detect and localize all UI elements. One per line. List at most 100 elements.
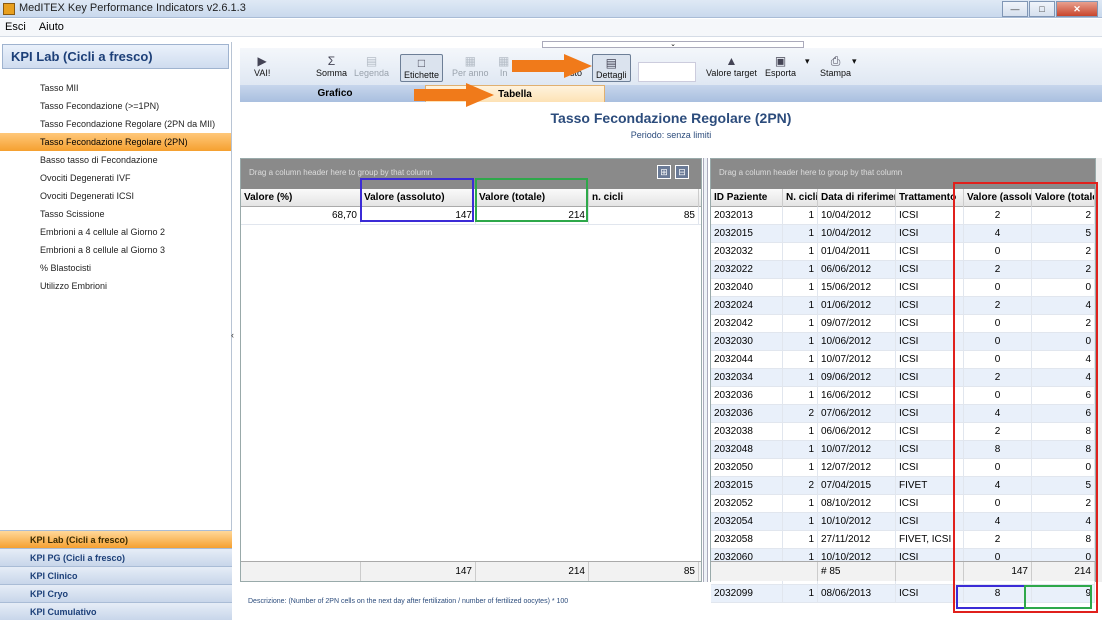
cell-n-cicli: 1: [783, 513, 818, 530]
report-title: Tasso Fecondazione Regolare (2PN): [550, 110, 792, 126]
tab-bar: Grafico Tabella: [240, 85, 1102, 102]
cell-id-paziente: 2032022: [711, 261, 783, 278]
cell-valore-percent: 68,70: [241, 207, 361, 224]
left-panel: KPI Lab (Cicli a fresco) Tasso MII Tasso …: [0, 42, 232, 620]
kpi-item[interactable]: Tasso Fecondazione Regolare (2PN): [0, 133, 231, 151]
esporta-label: Esporta: [765, 68, 797, 78]
per-anno-button[interactable]: ▦ Per anno: [452, 54, 489, 78]
cell-data: 01/04/2011: [818, 243, 896, 260]
kpi-item[interactable]: Embrioni a 4 cellule al Giorno 2: [0, 223, 231, 241]
minimize-icon[interactable]: —: [1002, 1, 1028, 17]
menu-aiuto[interactable]: Aiuto: [34, 19, 69, 35]
cell-n-cicli: 2: [783, 405, 818, 422]
footer-assoluto: 147: [361, 562, 476, 581]
kpi-item[interactable]: Tasso MII: [0, 79, 231, 97]
arrow-to-dettagli-icon: [512, 54, 592, 78]
maximize-icon[interactable]: □: [1029, 1, 1055, 17]
cell-id-paziente: 2032015: [711, 477, 783, 494]
label-icon: □: [417, 56, 426, 70]
kpi-item[interactable]: % Blastocisti: [0, 259, 231, 277]
toolbar-collapse-bar[interactable]: ⌄: [542, 41, 804, 48]
kpi-item[interactable]: Tasso Fecondazione Regolare (2PN da MII): [0, 115, 231, 133]
cell-data: 08/06/2013: [818, 585, 896, 602]
cell-n-cicli: 1: [783, 585, 818, 602]
save-icon: ▣: [774, 54, 787, 68]
cell-data: 27/11/2012: [818, 531, 896, 548]
footer-n-cicli: 85: [589, 562, 699, 581]
menu-esci[interactable]: Esci: [0, 19, 31, 35]
col-id-paziente[interactable]: ID Paziente: [711, 188, 783, 207]
expand-all-icon[interactable]: ⊞: [657, 165, 671, 179]
toolbar-blank-field[interactable]: [638, 62, 696, 82]
nav-group[interactable]: KPI Lab (Cicli a fresco): [0, 530, 232, 548]
cell-id-paziente: 2032015: [711, 225, 783, 242]
highlight-detail-values: [953, 182, 1098, 613]
group-hint: Drag a column header here to group by th…: [249, 168, 433, 177]
cell-id-paziente: 2032099: [711, 585, 783, 602]
target-chart-icon: ▲: [725, 54, 738, 68]
cell-id-paziente: 2032052: [711, 495, 783, 512]
nav-group[interactable]: KPI Cumulativo: [0, 602, 232, 620]
kpi-item[interactable]: Tasso Scissione: [0, 205, 231, 223]
cell-n-cicli: 1: [783, 369, 818, 386]
legenda-button[interactable]: ▤ Legenda: [354, 54, 389, 78]
cell-data: 01/06/2012: [818, 297, 896, 314]
col-data-riferimento[interactable]: Data di riferimen: [818, 188, 896, 207]
cell-id-paziente: 2032044: [711, 351, 783, 368]
cell-data: 10/04/2012: [818, 225, 896, 242]
title-bar: MedITEX Key Performance Indicators v2.6.…: [0, 0, 1102, 18]
description-text: Descrizione: (Number of 2PN cells on the…: [248, 598, 569, 605]
valore-target-button[interactable]: ▲ Valore target: [706, 54, 757, 78]
summary-footer: 147 214 85: [241, 561, 701, 581]
valore-target-label: Valore target: [706, 68, 757, 78]
kpi-item[interactable]: Utilizzo Embrioni: [0, 277, 231, 295]
kpi-item[interactable]: Ovociti Degenerati ICSI: [0, 187, 231, 205]
somma-button[interactable]: Σ Somma: [316, 54, 347, 78]
col-valore-percent[interactable]: Valore (%): [241, 188, 361, 207]
cell-n-cicli: 1: [783, 315, 818, 332]
nav-group[interactable]: KPI Clinico: [0, 566, 232, 584]
etichette-label: Etichette: [404, 70, 440, 80]
cell-n-cicli: 1: [783, 225, 818, 242]
grid-splitter[interactable]: [703, 158, 708, 582]
cell-n-cicli: 1: [783, 297, 818, 314]
kpi-item[interactable]: Tasso Fecondazione (>=1PN): [0, 97, 231, 115]
cell-data: 06/06/2012: [818, 423, 896, 440]
in-icon: ▦: [498, 54, 510, 68]
nav-group[interactable]: KPI Cryo: [0, 584, 232, 602]
window-controls: — □ ✕: [1001, 1, 1098, 17]
cell-id-paziente: 2032042: [711, 315, 783, 332]
cell-n-cicli: 1: [783, 423, 818, 440]
tab-grafico[interactable]: Grafico: [250, 85, 420, 102]
toolbar: ▶ VAI! Σ Somma ▤ Legenda □ Etichette ▦ Per an…: [240, 48, 1102, 90]
esporta-dropdown-icon[interactable]: ▾: [805, 56, 810, 67]
dettagli-button[interactable]: ▤ Dettagli: [592, 54, 631, 82]
cell-id-paziente: 2032036: [711, 387, 783, 404]
cell-n-cicli: 1: [783, 387, 818, 404]
col-n-cicli-detail[interactable]: N. cicli: [783, 188, 818, 207]
nav-group[interactable]: KPI PG (Cicli a fresco): [0, 548, 232, 566]
stampa-dropdown-icon[interactable]: ▾: [852, 56, 857, 67]
report-period: Periodo: senza limiti: [630, 130, 712, 140]
in-button[interactable]: ▦ In: [498, 54, 509, 78]
esporta-button[interactable]: ▣ Esporta: [765, 54, 796, 78]
play-icon: ▶: [257, 54, 267, 68]
nav-groups: KPI Lab (Cicli a fresco) KPI PG (Cicli a …: [0, 530, 232, 620]
detail-group-hint: Drag a column header here to group by th…: [719, 168, 903, 177]
close-icon[interactable]: ✕: [1056, 1, 1098, 17]
collapse-left-icon[interactable]: ‹: [231, 330, 234, 340]
stampa-button[interactable]: ⎙ Stampa: [820, 54, 851, 78]
cell-data: 10/04/2012: [818, 207, 896, 224]
cell-id-paziente: 2032050: [711, 459, 783, 476]
kpi-item[interactable]: Embrioni a 8 cellule al Giorno 3: [0, 241, 231, 259]
col-n-cicli[interactable]: n. cicli: [589, 188, 699, 207]
cell-id-paziente: 2032030: [711, 333, 783, 350]
cell-id-paziente: 2032032: [711, 243, 783, 260]
etichette-button[interactable]: □ Etichette: [400, 54, 444, 82]
kpi-item[interactable]: Basso tasso di Fecondazione: [0, 151, 231, 169]
cell-id-paziente: 2032024: [711, 297, 783, 314]
kpi-item[interactable]: Ovociti Degenerati IVF: [0, 169, 231, 187]
collapse-all-icon[interactable]: ⊟: [675, 165, 689, 179]
window-title: MedITEX Key Performance Indicators v2.6.…: [19, 2, 246, 14]
vai-button[interactable]: ▶ VAI!: [254, 54, 270, 78]
